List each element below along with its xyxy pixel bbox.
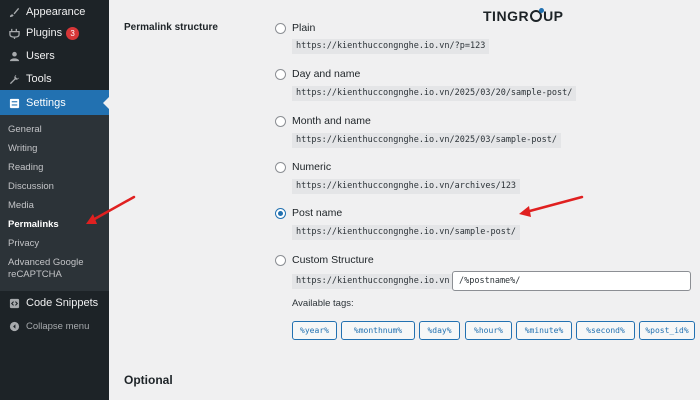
option-label: Plain: [292, 22, 316, 34]
collapse-icon: [8, 320, 20, 332]
radio-day-and-name[interactable]: [275, 68, 286, 80]
submenu-privacy[interactable]: Privacy: [8, 238, 106, 250]
logo-text-part: UP: [543, 8, 564, 24]
settings-icon: [8, 97, 20, 109]
url-example-plain: https://kienthuccongnghe.io.vn/?p=123: [292, 39, 490, 54]
menu-item-tools[interactable]: Tools: [0, 67, 109, 91]
admin-sidebar: Appearance Plugins 3 Users Tools Setting…: [0, 0, 110, 400]
option-plain[interactable]: Plain: [275, 22, 315, 34]
submenu-permalinks[interactable]: Permalinks: [8, 219, 106, 231]
code-snippets-icon: [8, 297, 20, 309]
radio-plain[interactable]: [275, 22, 286, 34]
plugin-icon: [8, 27, 20, 39]
paintbrush-icon: [8, 6, 20, 18]
plugin-update-badge: 3: [66, 26, 80, 40]
custom-structure-base-url: https://kienthuccongnghe.io.vn: [292, 274, 454, 289]
submenu-reading[interactable]: Reading: [8, 162, 106, 174]
option-label: Month and name: [292, 115, 371, 127]
option-label: Post name: [292, 207, 343, 219]
menu-item-settings[interactable]: Settings: [0, 90, 109, 116]
optional-heading: Optional: [124, 373, 173, 387]
option-custom-structure[interactable]: Custom Structure: [275, 254, 374, 266]
option-numeric[interactable]: Numeric: [275, 161, 331, 173]
radio-post-name[interactable]: [275, 207, 286, 219]
permalink-structure-label: Permalink structure: [124, 22, 218, 33]
url-example-post-name: https://kienthuccongnghe.io.vn/sample-po…: [292, 225, 521, 240]
option-post-name[interactable]: Post name: [275, 207, 342, 219]
wrench-icon: [8, 73, 20, 85]
submenu-discussion[interactable]: Discussion: [8, 181, 106, 193]
submenu-writing[interactable]: Writing: [8, 143, 106, 155]
option-label: Day and name: [292, 68, 361, 80]
tag-hour-button[interactable]: %hour%: [465, 321, 512, 340]
radio-custom-structure[interactable]: [275, 254, 286, 266]
option-day-and-name[interactable]: Day and name: [275, 68, 360, 80]
available-tags-label: Available tags:: [292, 298, 354, 309]
tag-monthnum-button[interactable]: %monthnum%: [341, 321, 415, 340]
logo-o-mark-icon: [530, 8, 545, 22]
menu-label: Users: [26, 50, 55, 62]
submenu-media[interactable]: Media: [8, 200, 106, 212]
settings-submenu: General Writing Reading Discussion Media…: [0, 115, 109, 291]
tag-post-id-button[interactable]: %post_id%: [639, 321, 695, 340]
collapse-label: Collapse menu: [26, 320, 90, 332]
url-example-month-and-name: https://kienthuccongnghe.io.vn/2025/03/s…: [292, 133, 561, 148]
menu-label: Settings: [26, 97, 66, 109]
submenu-advanced-google-recaptcha[interactable]: Advanced Google reCAPTCHA: [8, 257, 106, 281]
option-label: Custom Structure: [292, 254, 374, 266]
menu-label: Code Snippets: [26, 297, 99, 309]
tag-minute-button[interactable]: %minute%: [516, 321, 572, 340]
url-example-numeric: https://kienthuccongnghe.io.vn/archives/…: [292, 179, 521, 194]
tag-year-button[interactable]: %year%: [292, 321, 337, 340]
url-example-day-and-name: https://kienthuccongnghe.io.vn/2025/03/2…: [292, 86, 577, 101]
tinogroup-logo: TINGR UP: [483, 8, 564, 24]
option-month-and-name[interactable]: Month and name: [275, 115, 371, 127]
radio-numeric[interactable]: [275, 161, 286, 173]
logo-text-part: GR: [507, 8, 530, 24]
menu-label: Tools: [26, 73, 52, 85]
menu-item-code-snippets[interactable]: Code Snippets: [0, 291, 109, 315]
option-label: Numeric: [292, 161, 332, 173]
menu-item-plugins[interactable]: Plugins 3: [0, 21, 109, 45]
tag-second-button[interactable]: %second%: [576, 321, 635, 340]
logo-text-part: TIN: [483, 8, 508, 24]
users-icon: [8, 50, 20, 62]
menu-label: Plugins: [26, 27, 63, 39]
radio-month-and-name[interactable]: [275, 115, 286, 127]
permalink-settings-panel: Permalink structure Plain https://kienth…: [109, 0, 700, 400]
submenu-general[interactable]: General: [8, 124, 106, 136]
tag-day-button[interactable]: %day%: [419, 321, 460, 340]
collapse-menu-button[interactable]: Collapse menu: [0, 314, 109, 338]
custom-structure-input[interactable]: /%postname%/: [452, 271, 691, 291]
menu-label: Appearance: [26, 6, 86, 18]
menu-item-users[interactable]: Users: [0, 44, 109, 68]
